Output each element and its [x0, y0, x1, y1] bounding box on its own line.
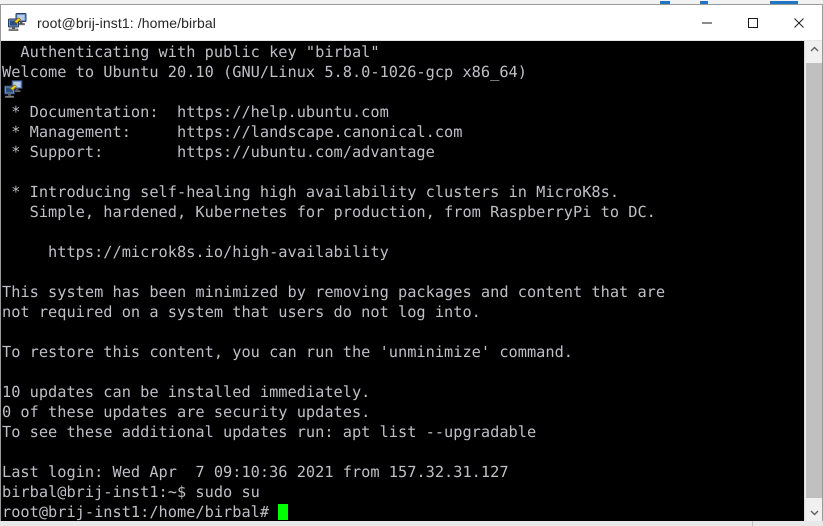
terminal-line: 10 updates can be installed immediately. — [2, 383, 371, 401]
minimize-icon — [702, 22, 712, 23]
drag-ghost-putty-icon — [3, 79, 25, 101]
window-controls — [684, 5, 822, 40]
chevron-down-icon — [810, 510, 819, 516]
maximize-icon — [748, 17, 758, 28]
terminal-line: * Documentation: https://help.ubuntu.com — [2, 103, 389, 121]
scrollbar-thumb[interactable] — [806, 63, 822, 498]
scrollbar-down-button[interactable] — [806, 504, 822, 521]
terminal-line: * Support: https://ubuntu.com/advantage — [2, 143, 435, 161]
terminal-line: Authenticating with public key "birbal" — [2, 43, 380, 61]
terminal-line: * Management: https://landscape.canonica… — [2, 123, 463, 141]
terminal-line: To see these additional updates run: apt… — [2, 423, 537, 441]
terminal-line: Welcome to Ubuntu 20.10 (GNU/Linux 5.8.0… — [2, 63, 527, 81]
terminal-prompt-line[interactable]: root@brij-inst1:/home/birbal# — [2, 502, 806, 521]
shell-prompt: root@brij-inst1:/home/birbal# — [2, 503, 279, 521]
window-title: root@brij-inst1: /home/birbal — [37, 14, 216, 31]
putty-icon — [7, 12, 29, 34]
terminal-line: https://microk8s.io/high-availability — [2, 243, 389, 261]
terminal-line: This system has been minimized by removi… — [2, 283, 666, 301]
terminal-line: 0 of these updates are security updates. — [2, 403, 371, 421]
terminal-line: Last login: Wed Apr 7 09:10:36 2021 from… — [2, 463, 509, 481]
terminal-area[interactable]: Authenticating with public key "birbal" W… — [1, 41, 822, 521]
minimize-button[interactable] — [684, 5, 730, 40]
block-cursor — [278, 504, 289, 520]
terminal-line: Simple, hardened, Kubernetes for product… — [2, 203, 656, 221]
close-button[interactable] — [776, 5, 822, 40]
terminal-line: To restore this content, you can run the… — [2, 343, 573, 361]
title-bar[interactable]: root@brij-inst1: /home/birbal — [1, 5, 822, 41]
maximize-button[interactable] — [730, 5, 776, 40]
terminal-scrollbar[interactable] — [804, 41, 822, 521]
close-icon — [794, 17, 804, 28]
terminal-line: not required on a system that users do n… — [2, 303, 481, 321]
terminal-line: birbal@brij-inst1:~$ sudo su — [2, 483, 260, 501]
terminal-line: * Introducing self-healing high availabi… — [2, 183, 620, 201]
chevron-up-icon — [810, 46, 819, 52]
scrollbar-up-button[interactable] — [806, 41, 822, 58]
terminal-screen[interactable]: Authenticating with public key "birbal" W… — [1, 41, 806, 521]
putty-window: root@brij-inst1: /home/birbal Authentica… — [0, 4, 823, 521]
